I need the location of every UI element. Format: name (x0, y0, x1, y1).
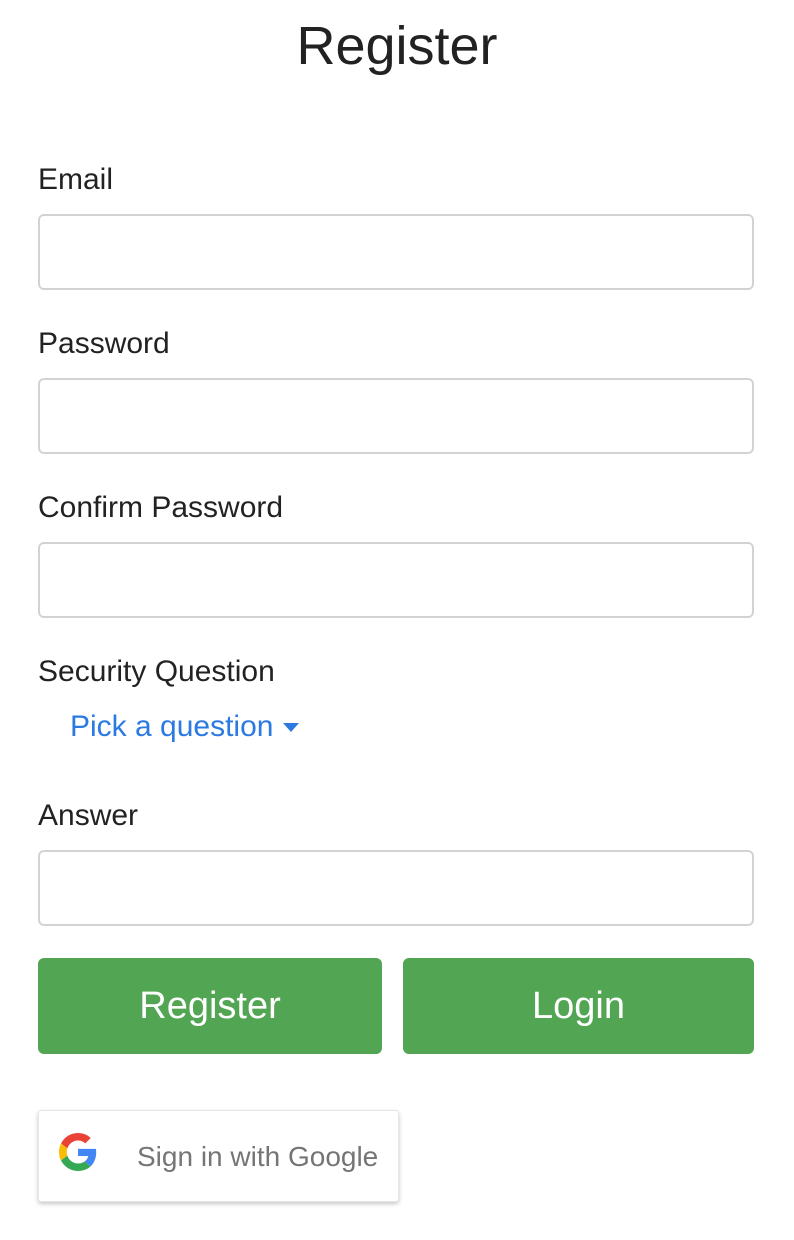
page-title: Register (296, 16, 498, 76)
confirm-password-field[interactable] (38, 542, 754, 618)
password-field[interactable] (38, 378, 754, 454)
register-button[interactable]: Register (38, 958, 382, 1054)
login-button[interactable]: Login (403, 958, 754, 1054)
email-field[interactable] (38, 214, 754, 290)
security-question-selected: Pick a question (70, 710, 274, 743)
answer-label: Answer (38, 799, 139, 832)
security-question-label: Security Question (38, 655, 275, 688)
google-sign-in-label: Sign in with Google (137, 1141, 379, 1172)
security-question-dropdown[interactable]: Pick a question (70, 706, 300, 748)
confirm-password-label: Confirm Password (38, 491, 284, 524)
password-label: Password (38, 327, 170, 360)
answer-field[interactable] (38, 850, 754, 926)
google-g-icon (59, 1133, 97, 1171)
caret-down-icon (283, 722, 300, 732)
email-label: Email (38, 163, 114, 196)
google-sign-in-button[interactable]: Sign in with Google (38, 1110, 399, 1202)
